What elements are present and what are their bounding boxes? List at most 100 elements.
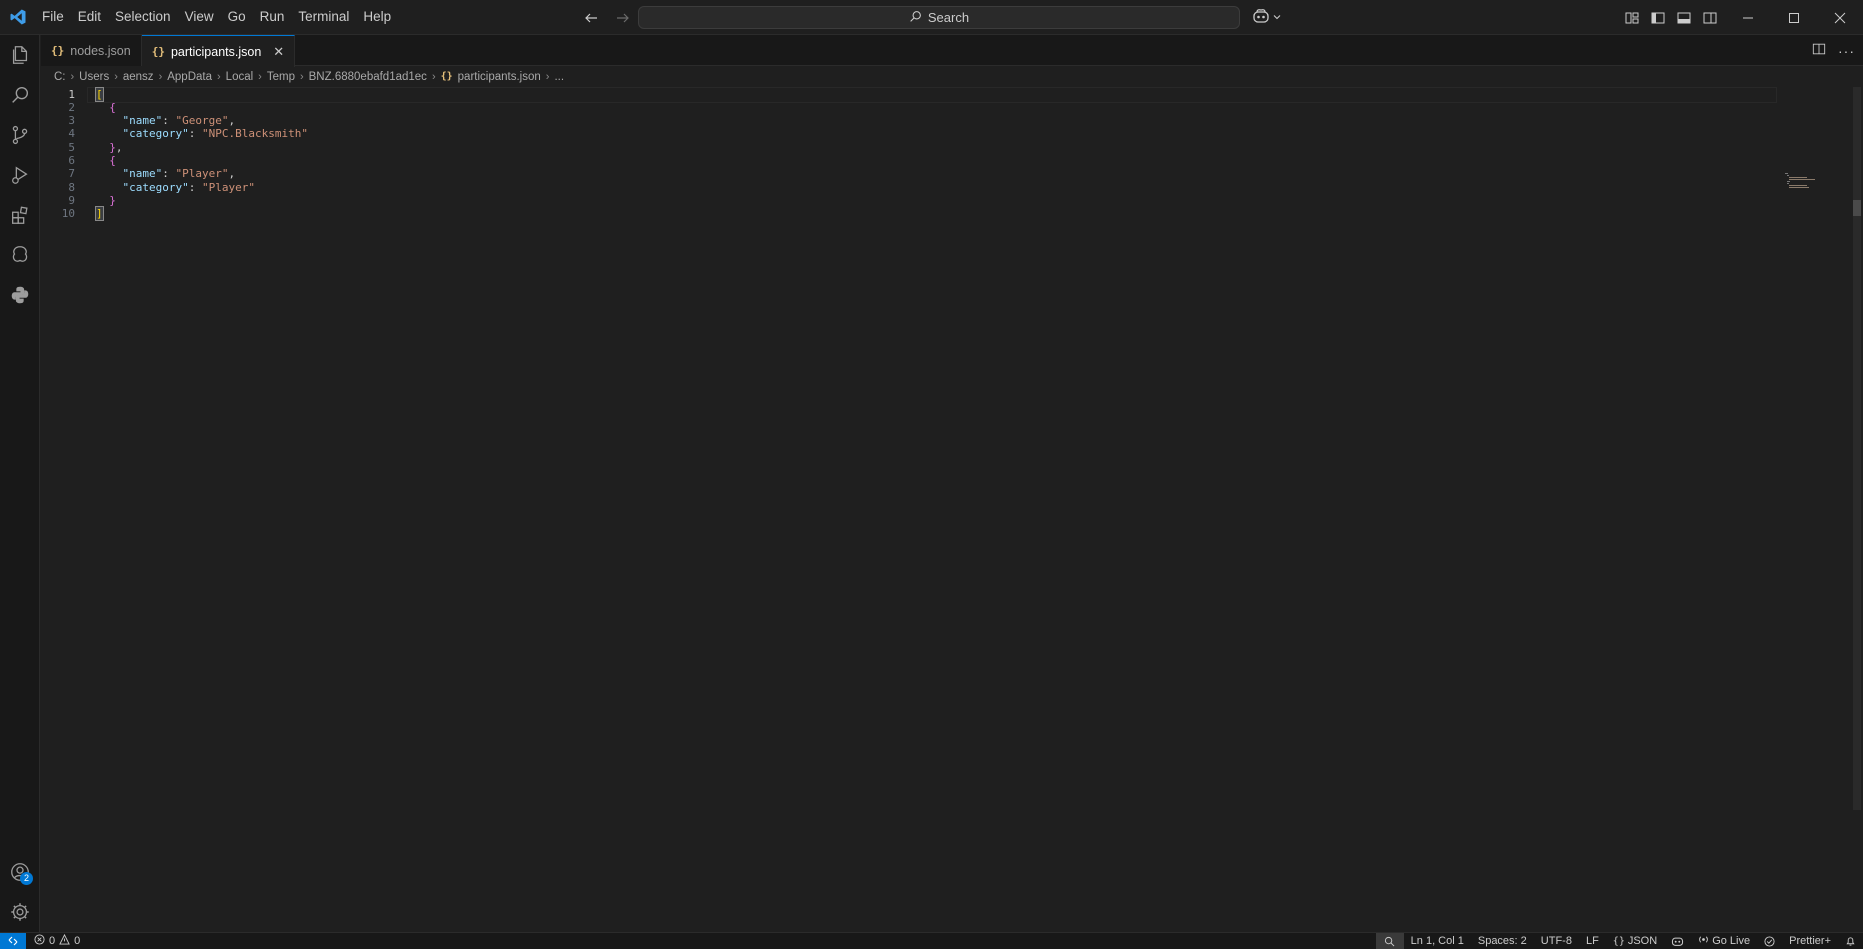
- customize-layout-icon[interactable]: [1622, 8, 1642, 28]
- menu-selection[interactable]: Selection: [108, 4, 178, 30]
- minimize-icon[interactable]: [1725, 0, 1771, 35]
- breadcrumb-item[interactable]: aensz: [123, 71, 154, 83]
- chevron-right-icon: ›: [158, 70, 163, 83]
- status-right-items: Ln 1, Col 1 Spaces: 2 UTF-8 LF {} JSON G…: [1375, 933, 1863, 949]
- chevron-right-icon: ›: [431, 70, 436, 83]
- minimap[interactable]: [1783, 171, 1823, 191]
- code-editor[interactable]: 1[2 {3 "name": "George", 4 "category": "N…: [41, 86, 1863, 932]
- cursor-position[interactable]: Ln 1, Col 1: [1404, 933, 1471, 949]
- breadcrumb-item[interactable]: C:: [54, 71, 66, 83]
- title-bar: File Edit Selection View Go Run Terminal…: [0, 0, 1863, 35]
- chevron-down-icon: [1272, 10, 1282, 25]
- more-actions-icon[interactable]: ···: [1838, 43, 1855, 59]
- notifications-bell-icon[interactable]: [1838, 933, 1863, 949]
- go-back-icon[interactable]: [580, 7, 602, 29]
- toggle-primary-sidebar-icon[interactable]: [1648, 8, 1668, 28]
- language-label: JSON: [1627, 935, 1658, 947]
- vscode-logo-icon: [0, 0, 35, 35]
- chevron-right-icon: ›: [217, 70, 221, 83]
- warning-count: 0: [74, 935, 81, 947]
- copilot-button[interactable]: [1252, 6, 1282, 29]
- breadcrumb-file[interactable]: participants.json: [458, 71, 541, 83]
- scrollbar-thumb[interactable]: [1853, 200, 1861, 216]
- go-live-button[interactable]: Go Live: [1691, 933, 1757, 949]
- language-mode[interactable]: {} JSON: [1606, 933, 1664, 949]
- account-badge: 2: [20, 872, 33, 885]
- manage-gear-icon[interactable]: [0, 892, 40, 932]
- copilot-icon: [1252, 8, 1270, 27]
- error-count: 0: [49, 935, 56, 947]
- status-bar: 0 0 Ln 1, Col 1 Spaces: 2 UTF-8 LF {} JS…: [0, 932, 1863, 949]
- extensions-icon[interactable]: [0, 195, 40, 235]
- tab-label: participants.json: [170, 44, 262, 59]
- code-token: ]: [95, 206, 104, 222]
- menu-help[interactable]: Help: [356, 4, 398, 30]
- split-editor-icon[interactable]: [1812, 42, 1826, 59]
- search-icon: [909, 10, 922, 26]
- vertical-scrollbar[interactable]: [1853, 87, 1861, 810]
- python-icon[interactable]: [0, 275, 40, 315]
- json-file-icon: {}: [151, 45, 165, 58]
- prettier-check-icon[interactable]: [1757, 933, 1782, 949]
- breadcrumb-symbols[interactable]: ...: [554, 71, 564, 83]
- zoom-icon[interactable]: [1375, 933, 1404, 949]
- json-language-icon: {}: [1612, 935, 1625, 947]
- search-label: Search: [927, 10, 970, 25]
- activity-bar: 2: [0, 35, 40, 932]
- explorer-icon[interactable]: [0, 35, 40, 75]
- error-icon: [34, 934, 45, 948]
- menu-run[interactable]: Run: [253, 4, 292, 30]
- line-number: 10: [61, 207, 75, 221]
- prettier-status[interactable]: Prettier+: [1782, 933, 1838, 949]
- menu-file[interactable]: File: [35, 4, 71, 30]
- breadcrumb: C: › Users › aensz › AppData › Local › Temp › BNZ.68…: [54, 66, 564, 87]
- run-and-debug-icon[interactable]: [0, 155, 40, 195]
- chevron-right-icon: ›: [299, 70, 304, 83]
- window-controls: [1725, 0, 1863, 35]
- tab-label: nodes.json: [70, 43, 131, 58]
- remote-indicator-icon[interactable]: [0, 932, 26, 949]
- layout-controls: [1622, 0, 1720, 35]
- go-live-label: Go Live: [1712, 935, 1751, 947]
- warning-icon: [59, 933, 70, 948]
- breadcrumb-item[interactable]: Temp: [267, 71, 295, 83]
- close-window-icon[interactable]: [1817, 0, 1863, 35]
- problems-indicator[interactable]: 0 0: [34, 933, 81, 948]
- chevron-right-icon: ›: [114, 70, 118, 83]
- menu-view[interactable]: View: [178, 4, 221, 30]
- copilot-status-icon[interactable]: [1664, 933, 1691, 949]
- breadcrumb-item[interactable]: BNZ.6880ebafd1ad1ec: [309, 71, 427, 83]
- search-view-icon[interactable]: [0, 75, 40, 115]
- copilot-chat-icon[interactable]: [0, 235, 40, 275]
- close-tab-icon[interactable]: ✕: [273, 44, 284, 60]
- editor-actions: ···: [1812, 35, 1855, 66]
- broadcast-icon: [1698, 934, 1709, 948]
- code-line[interactable]: 10]: [41, 206, 1741, 222]
- account-icon[interactable]: 2: [0, 852, 40, 892]
- breadcrumb-item[interactable]: Users: [79, 71, 109, 83]
- chevron-right-icon: ›: [258, 70, 262, 83]
- end-of-line[interactable]: LF: [1579, 933, 1606, 949]
- toggle-panel-icon[interactable]: [1674, 8, 1694, 28]
- json-file-icon: {}: [51, 44, 65, 57]
- line-code: ]: [95, 206, 104, 222]
- menu-terminal[interactable]: Terminal: [291, 4, 356, 30]
- maximize-icon[interactable]: [1771, 0, 1817, 35]
- toggle-secondary-sidebar-icon[interactable]: [1700, 8, 1720, 28]
- tab-participants-json[interactable]: {} participants.json ✕: [141, 35, 296, 67]
- chevron-right-icon: ›: [70, 70, 75, 83]
- history-navigation: [580, 0, 634, 35]
- chevron-right-icon: ›: [545, 70, 550, 83]
- indentation[interactable]: Spaces: 2: [1471, 933, 1534, 949]
- command-center-search[interactable]: Search: [638, 6, 1240, 29]
- encoding[interactable]: UTF-8: [1534, 933, 1579, 949]
- menu-bar: File Edit Selection View Go Run Terminal…: [35, 0, 398, 35]
- tab-nodes-json[interactable]: {} nodes.json: [41, 35, 142, 66]
- go-forward-icon[interactable]: [612, 7, 634, 29]
- json-file-icon: {}: [440, 71, 453, 82]
- menu-edit[interactable]: Edit: [71, 4, 108, 30]
- menu-go[interactable]: Go: [221, 4, 253, 30]
- breadcrumb-item[interactable]: AppData: [167, 71, 212, 83]
- breadcrumb-item[interactable]: Local: [226, 71, 254, 83]
- source-control-icon[interactable]: [0, 115, 40, 155]
